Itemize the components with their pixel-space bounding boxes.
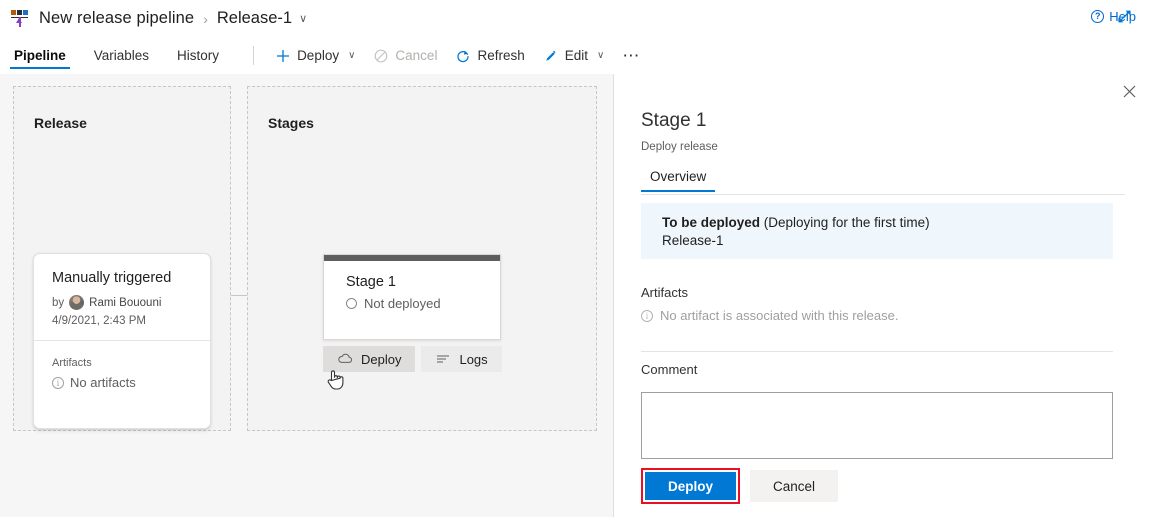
banner-detail-text: (Deploying for the first time) <box>764 215 930 230</box>
release-author-name: Rami Bououni <box>89 297 161 309</box>
chevron-down-icon[interactable]: ∨ <box>299 12 307 25</box>
stage-card-body: Stage 1 Not deployed <box>324 261 500 311</box>
stage-actions: Deploy Logs <box>323 346 502 372</box>
release-card[interactable]: Manually triggered by Rami Bououni 4/9/2… <box>33 253 211 429</box>
tab-pipeline-label: Pipeline <box>14 48 66 63</box>
release-artifacts-value-row: i No artifacts <box>52 375 192 390</box>
tab-variables-label: Variables <box>94 48 149 63</box>
block-icon <box>373 48 389 64</box>
deploy-button-highlight: Deploy <box>641 468 740 504</box>
refresh-command-button[interactable]: Refresh <box>446 43 533 69</box>
comment-input[interactable] <box>641 392 1113 459</box>
info-icon: i <box>641 310 653 322</box>
stage-status-row: Not deployed <box>346 296 500 311</box>
stage-detail-panel: Stage 1 Deploy release Overview To be de… <box>613 74 1150 517</box>
command-toolbar: Pipeline Variables History Deploy ∨ Canc… <box>0 37 1150 74</box>
release-author-row: by Rami Bououni <box>52 295 192 310</box>
expand-panel-button[interactable] <box>1114 9 1134 29</box>
release-group-title: Release <box>34 115 87 131</box>
breadcrumb-bar: New release pipeline › Release-1 ∨ <box>0 0 1150 37</box>
release-card-top: Manually triggered by Rami Bououni 4/9/2… <box>34 254 210 327</box>
pencil-icon <box>543 48 559 64</box>
release-card-bottom: Artifacts i No artifacts <box>34 341 210 390</box>
logs-lines-icon <box>435 351 451 367</box>
release-trigger-title: Manually triggered <box>52 270 192 286</box>
detail-artifacts-label: Artifacts <box>641 285 898 300</box>
expand-diagonal-icon <box>1116 8 1133 30</box>
release-pipeline-page: New release pipeline › Release-1 ∨ ? Hel… <box>0 0 1150 517</box>
cancel-command-button: Cancel <box>364 43 446 69</box>
breadcrumb-release-name[interactable]: Release-1 <box>217 9 292 28</box>
release-date: 4/9/2021, 2:43 PM <box>52 315 192 327</box>
release-artifacts-label: Artifacts <box>52 357 192 369</box>
avatar <box>69 295 84 310</box>
deploy-button[interactable]: Deploy <box>645 472 736 500</box>
deploy-command-label: Deploy <box>297 48 339 63</box>
chevron-down-icon: ∨ <box>597 50 604 61</box>
stage-status-label: Not deployed <box>364 296 441 311</box>
detail-panel-divider <box>641 351 1113 352</box>
detail-panel-actions: Deploy Cancel <box>641 468 838 504</box>
deployment-status-banner: To be deployed (Deploying for the first … <box>641 203 1113 259</box>
stage-logs-button[interactable]: Logs <box>421 346 501 372</box>
tab-overview[interactable]: Overview <box>641 169 715 191</box>
refresh-icon <box>455 48 471 64</box>
close-x-icon <box>1123 85 1136 103</box>
banner-line-status: To be deployed (Deploying for the first … <box>662 214 1113 232</box>
detail-panel-tabs: Overview <box>641 168 1125 195</box>
stage-deploy-button[interactable]: Deploy <box>323 346 415 372</box>
comment-label: Comment <box>641 362 1113 377</box>
cancel-command-label: Cancel <box>395 48 437 63</box>
more-commands-button[interactable]: ⋯ <box>613 41 649 71</box>
question-circle-icon: ? <box>1091 10 1104 23</box>
not-deployed-status-icon <box>346 298 357 309</box>
toolbar-divider <box>253 46 254 65</box>
detail-panel-subtitle: Deploy release <box>641 141 718 153</box>
cancel-button[interactable]: Cancel <box>750 470 838 502</box>
detail-artifacts-note: No artifact is associated with this rele… <box>660 308 898 323</box>
stages-group-title: Stages <box>268 115 314 131</box>
stage-logs-label: Logs <box>459 352 487 367</box>
detail-artifacts-section: Artifacts i No artifact is associated wi… <box>641 285 898 323</box>
pipeline-canvas: Release Manually triggered by Rami Bouou… <box>0 74 613 517</box>
close-panel-button[interactable] <box>1119 84 1139 104</box>
release-artifacts-value: No artifacts <box>70 375 136 390</box>
plus-icon <box>275 48 291 64</box>
refresh-command-label: Refresh <box>477 48 524 63</box>
breadcrumb-separator: › <box>203 11 208 27</box>
comment-section: Comment <box>641 362 1113 464</box>
stage-deploy-label: Deploy <box>361 352 401 367</box>
detail-artifacts-note-row: i No artifact is associated with this re… <box>641 308 898 323</box>
tab-variables[interactable]: Variables <box>92 37 151 74</box>
tab-history-label: History <box>177 48 219 63</box>
cloud-icon <box>337 351 353 367</box>
chevron-down-icon: ∨ <box>348 50 355 61</box>
detail-panel-title: Stage 1 <box>641 110 707 132</box>
edit-command-label: Edit <box>565 48 588 63</box>
banner-release-name: Release-1 <box>662 232 1113 250</box>
deploy-command-button[interactable]: Deploy ∨ <box>266 43 364 69</box>
breadcrumb-pipeline-name[interactable]: New release pipeline <box>39 9 194 28</box>
stage-card[interactable]: Stage 1 Not deployed <box>323 254 501 340</box>
tab-pipeline[interactable]: Pipeline <box>12 37 68 74</box>
more-icon: ⋯ <box>622 46 640 66</box>
release-pipeline-icon <box>10 9 30 29</box>
stage-name: Stage 1 <box>346 274 500 290</box>
edit-command-button[interactable]: Edit ∨ <box>534 43 614 69</box>
by-label: by <box>52 297 64 309</box>
tab-history[interactable]: History <box>175 37 221 74</box>
info-icon: i <box>52 377 64 389</box>
banner-status-text: To be deployed <box>662 215 760 230</box>
